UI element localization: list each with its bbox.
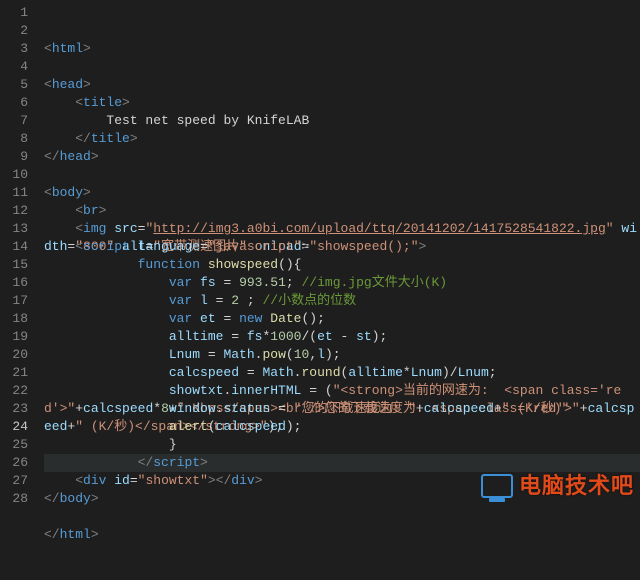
line-number: 25 (8, 436, 28, 454)
line-number: 8 (8, 130, 28, 148)
line-number: 1 (8, 4, 28, 22)
code-line[interactable]: </body> (44, 490, 640, 508)
code-area[interactable]: <html> <head> <title> Test net speed by K… (40, 0, 640, 504)
line-number: 5 (8, 76, 28, 94)
code-line[interactable]: <html> (44, 40, 640, 58)
code-line[interactable]: Lnum = Math.pow(10,l); (44, 346, 640, 364)
code-line[interactable]: <head> (44, 76, 640, 94)
code-line[interactable]: <div id="showtxt"></div> (44, 472, 640, 490)
code-line[interactable]: function showspeed(){ (44, 256, 640, 274)
code-line[interactable]: showtxt.innerHTML = ("<strong>当前的网速为: <s… (44, 382, 640, 400)
code-line[interactable]: </title> (44, 130, 640, 148)
code-line[interactable]: var fs = 993.51; //img.jpg文件大小(K) (44, 274, 640, 292)
code-line[interactable]: <body> (44, 184, 640, 202)
code-editor[interactable]: 1234567891011121314151617181920212223242… (0, 0, 640, 504)
line-number: 21 (8, 364, 28, 382)
code-line[interactable]: </script> (44, 454, 640, 472)
line-number: 6 (8, 94, 28, 112)
line-number: 17 (8, 292, 28, 310)
line-number: 18 (8, 310, 28, 328)
line-number: 28 (8, 490, 28, 508)
code-line[interactable] (44, 58, 640, 76)
line-number: 19 (8, 328, 28, 346)
line-number: 24 (8, 418, 28, 436)
code-line[interactable]: window.status = "您的下载速度为: "+calcspeed+" … (44, 400, 640, 418)
line-number: 11 (8, 184, 28, 202)
code-line[interactable]: alltime = fs*1000/(et - st); (44, 328, 640, 346)
line-number: 9 (8, 148, 28, 166)
code-line[interactable]: Test net speed by KnifeLAB (44, 112, 640, 130)
code-line[interactable]: var et = new Date(); (44, 310, 640, 328)
line-number: 16 (8, 274, 28, 292)
code-line[interactable]: } (44, 436, 640, 454)
code-line[interactable]: </html> (44, 526, 640, 544)
line-number: 22 (8, 382, 28, 400)
line-number: 20 (8, 346, 28, 364)
line-number: 10 (8, 166, 28, 184)
line-number: 26 (8, 454, 28, 472)
code-line[interactable]: </head> (44, 148, 640, 166)
line-number-gutter: 1234567891011121314151617181920212223242… (0, 0, 40, 504)
line-number: 12 (8, 202, 28, 220)
line-number: 27 (8, 472, 28, 490)
code-line[interactable]: calcspeed = Math.round(alltime*Lnum)/Lnu… (44, 364, 640, 382)
line-number: 13 (8, 220, 28, 238)
line-number: 3 (8, 40, 28, 58)
code-line[interactable] (44, 508, 640, 526)
line-number: 7 (8, 112, 28, 130)
code-line[interactable]: var l = 2 ; //小数点的位数 (44, 292, 640, 310)
code-line[interactable]: <title> (44, 94, 640, 112)
line-number: 14 (8, 238, 28, 256)
line-number: 4 (8, 58, 28, 76)
code-line[interactable]: <img src="http://img3.a0bi.com/upload/tt… (44, 220, 640, 238)
line-number: 2 (8, 22, 28, 40)
line-number: 23 (8, 400, 28, 418)
code-line[interactable]: <br> (44, 202, 640, 220)
code-line[interactable]: alert(calcspeed); (44, 418, 640, 436)
line-number: 15 (8, 256, 28, 274)
code-line[interactable] (44, 166, 640, 184)
